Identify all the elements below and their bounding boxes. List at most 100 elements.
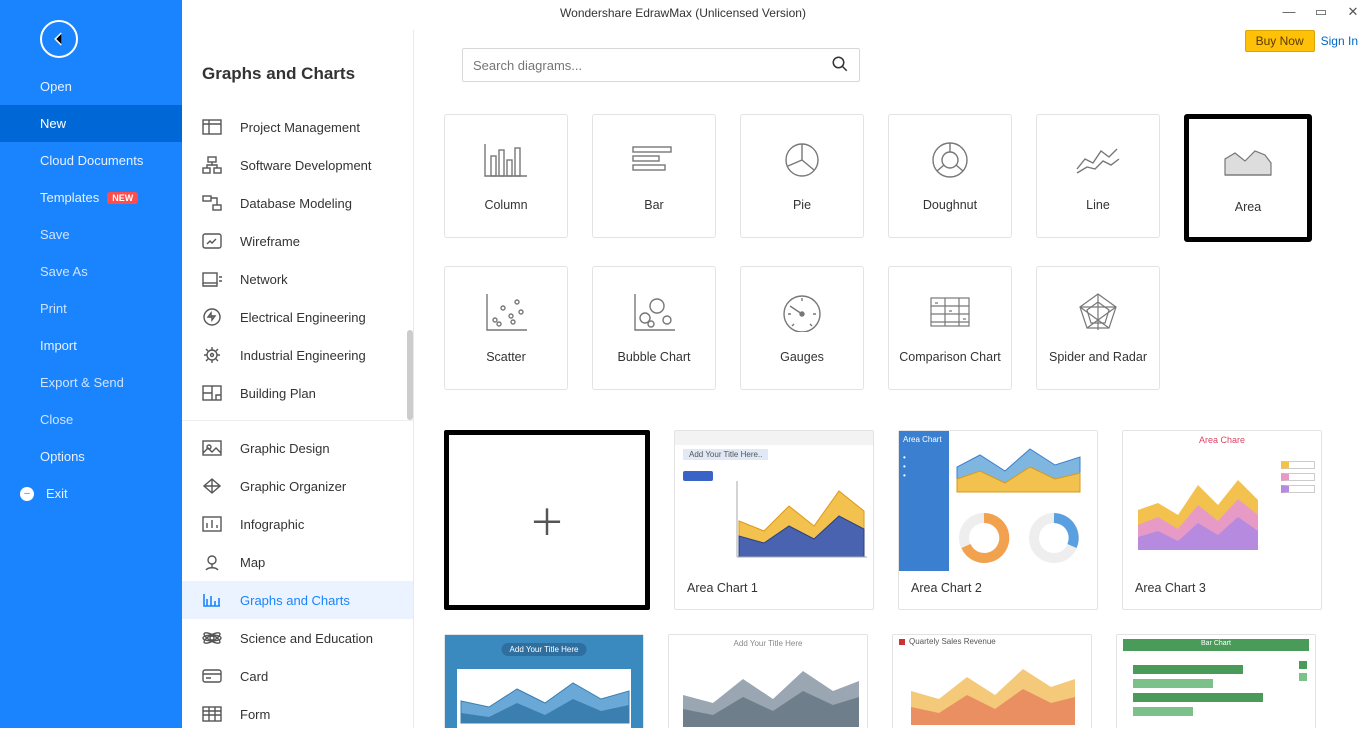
building-plan-icon bbox=[202, 384, 222, 402]
template-area-chart-2[interactable]: Area Chart•••Area Chart 2 bbox=[898, 430, 1098, 610]
chart-type-column[interactable]: Column bbox=[444, 114, 568, 238]
sidebar-item-label: Close bbox=[40, 412, 73, 427]
template-name: Area Chart 2 bbox=[899, 571, 1097, 605]
window-title: Wondershare EdrawMax (Unlicensed Version… bbox=[560, 6, 806, 20]
template-card[interactable]: Bar Chart bbox=[1116, 634, 1316, 728]
template-area-chart-3[interactable]: Area ChareArea Chart 3 bbox=[1122, 430, 1322, 610]
category-item-industrial-engineering[interactable]: Industrial Engineering bbox=[182, 336, 413, 374]
bubble-icon bbox=[631, 292, 677, 332]
category-item-form[interactable]: Form bbox=[182, 695, 413, 733]
category-item-project-management[interactable]: Project Management bbox=[182, 108, 413, 146]
search-icon bbox=[831, 55, 849, 76]
category-item-map[interactable]: Map bbox=[182, 543, 413, 581]
tile-label: Pie bbox=[793, 198, 811, 212]
template-name: Area Chart 3 bbox=[1123, 571, 1321, 605]
sidebar-item-save-as[interactable]: Save As bbox=[0, 253, 182, 290]
template-blank[interactable]: ＋ bbox=[444, 430, 650, 610]
category-scrollbar[interactable] bbox=[407, 330, 413, 420]
template-thumbnail: Area Chart••• bbox=[899, 431, 1097, 571]
category-item-graphic-design[interactable]: Graphic Design bbox=[182, 429, 413, 467]
tile-label: Line bbox=[1086, 198, 1110, 212]
sidebar-item-label: Save As bbox=[40, 264, 88, 279]
sidebar-item-new[interactable]: New bbox=[0, 105, 182, 142]
sidebar-item-cloud-documents[interactable]: Cloud Documents bbox=[0, 142, 182, 179]
graphic-organizer-icon bbox=[202, 477, 222, 495]
sidebar-item-templates[interactable]: TemplatesNEW bbox=[0, 179, 182, 216]
chart-type-gauge[interactable]: Gauges bbox=[740, 266, 864, 390]
infographic-icon bbox=[202, 515, 222, 533]
pie-icon bbox=[782, 140, 822, 180]
template-thumbnail: Quartely Sales Revenue bbox=[893, 635, 1091, 728]
chart-type-scatter[interactable]: Scatter bbox=[444, 266, 568, 390]
sidebar-item-options[interactable]: Options bbox=[0, 438, 182, 475]
category-item-label: Graphic Design bbox=[240, 441, 330, 456]
category-item-infographic[interactable]: Infographic bbox=[182, 505, 413, 543]
search-input[interactable] bbox=[473, 58, 831, 73]
sidebar-item-export-send[interactable]: Export & Send bbox=[0, 364, 182, 401]
category-item-graphic-organizer[interactable]: Graphic Organizer bbox=[182, 467, 413, 505]
chart-type-bar[interactable]: Bar bbox=[592, 114, 716, 238]
chart-type-compare[interactable]: Comparison Chart bbox=[888, 266, 1012, 390]
chart-type-line[interactable]: Line bbox=[1036, 114, 1160, 238]
doughnut-icon bbox=[929, 140, 971, 180]
search-box[interactable] bbox=[462, 48, 860, 82]
science-and-education-icon bbox=[202, 629, 222, 647]
database-modeling-icon bbox=[202, 194, 222, 212]
tile-label: Doughnut bbox=[923, 198, 977, 212]
sidebar-item-label: Print bbox=[40, 301, 67, 316]
category-item-label: Database Modeling bbox=[240, 196, 352, 211]
category-sidebar: Graphs and Charts Project ManagementSoft… bbox=[182, 30, 414, 728]
tile-label: Spider and Radar bbox=[1049, 350, 1147, 364]
category-item-label: Industrial Engineering bbox=[240, 348, 366, 363]
sidebar-item-save[interactable]: Save bbox=[0, 216, 182, 253]
category-item-card[interactable]: Card bbox=[182, 657, 413, 695]
category-item-label: Infographic bbox=[240, 517, 304, 532]
chart-type-radar[interactable]: Spider and Radar bbox=[1036, 266, 1160, 390]
template-card[interactable]: Quartely Sales Revenue bbox=[892, 634, 1092, 728]
sidebar-item-print[interactable]: Print bbox=[0, 290, 182, 327]
category-item-electrical-engineering[interactable]: Electrical Engineering bbox=[182, 298, 413, 336]
graphic-design-icon bbox=[202, 439, 222, 457]
category-item-software-development[interactable]: Software Development bbox=[182, 146, 413, 184]
category-item-science-and-education[interactable]: Science and Education bbox=[182, 619, 413, 657]
plus-icon: ＋ bbox=[529, 494, 565, 546]
gauge-icon bbox=[780, 292, 824, 332]
category-item-network[interactable]: Network bbox=[182, 260, 413, 298]
category-item-building-plan[interactable]: Building Plan bbox=[182, 374, 413, 412]
template-name: Area Chart 1 bbox=[675, 571, 873, 605]
back-button[interactable] bbox=[40, 20, 78, 58]
tile-label: Comparison Chart bbox=[899, 350, 1000, 364]
category-item-label: Card bbox=[240, 669, 268, 684]
close-button[interactable]: ✕ bbox=[1346, 4, 1360, 20]
main-panel: ColumnBar Pie Doughnut Line Area Scatter Bubbl… bbox=[414, 30, 1366, 728]
template-card[interactable]: Add Your Title Here bbox=[668, 634, 868, 728]
titlebar: Wondershare EdrawMax (Unlicensed Version… bbox=[0, 0, 1366, 30]
template-card[interactable]: Add Your Title Here bbox=[444, 634, 644, 728]
category-item-graphs-and-charts[interactable]: Graphs and Charts bbox=[182, 581, 413, 619]
category-item-label: Electrical Engineering bbox=[240, 310, 366, 325]
sidebar-item-label: Import bbox=[40, 338, 77, 353]
category-divider bbox=[182, 420, 413, 421]
sidebar-item-exit[interactable]: –Exit bbox=[0, 475, 182, 512]
sidebar-item-label: Exit bbox=[46, 486, 68, 501]
sidebar-item-close[interactable]: Close bbox=[0, 401, 182, 438]
chart-type-area[interactable]: Area bbox=[1184, 114, 1312, 242]
category-item-label: Building Plan bbox=[240, 386, 316, 401]
electrical-engineering-icon bbox=[202, 308, 222, 326]
sidebar-item-open[interactable]: Open bbox=[0, 68, 182, 105]
maximize-button[interactable]: ▭ bbox=[1314, 4, 1328, 20]
template-area-chart-1[interactable]: Add Your Title Here..Area Chart 1 bbox=[674, 430, 874, 610]
sidebar-item-import[interactable]: Import bbox=[0, 327, 182, 364]
tile-label: Scatter bbox=[486, 350, 526, 364]
chart-type-pie[interactable]: Pie bbox=[740, 114, 864, 238]
sidebar-item-label: New bbox=[40, 116, 66, 131]
network-icon bbox=[202, 270, 222, 288]
template-thumbnail: Add Your Title Here bbox=[445, 635, 643, 728]
new-badge: NEW bbox=[107, 192, 138, 204]
chart-type-doughnut[interactable]: Doughnut bbox=[888, 114, 1012, 238]
chart-type-bubble[interactable]: Bubble Chart bbox=[592, 266, 716, 390]
category-item-database-modeling[interactable]: Database Modeling bbox=[182, 184, 413, 222]
category-item-wireframe[interactable]: Wireframe bbox=[182, 222, 413, 260]
minimize-button[interactable]: — bbox=[1282, 4, 1296, 20]
sidebar-item-label: Save bbox=[40, 227, 70, 242]
